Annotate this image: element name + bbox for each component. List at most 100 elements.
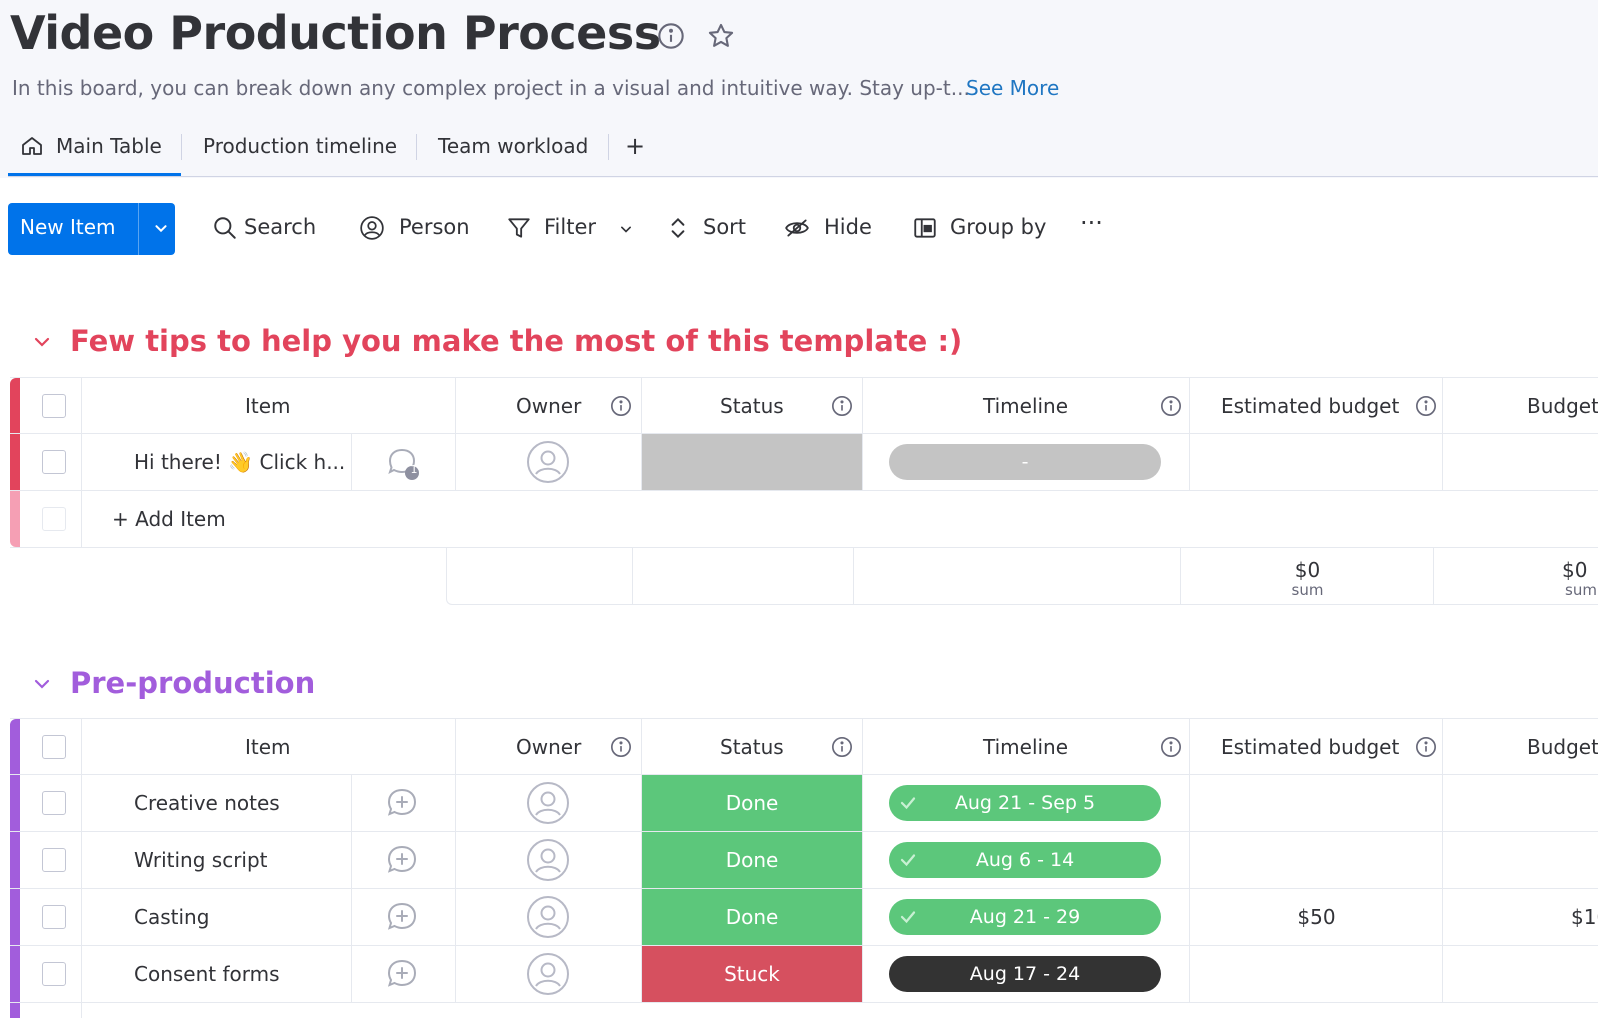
- more-options-button[interactable]: ···: [1080, 209, 1120, 241]
- select-all-checkbox[interactable]: [42, 735, 66, 759]
- estimated-budget-cell[interactable]: [1190, 775, 1443, 831]
- info-icon[interactable]: [610, 395, 632, 417]
- owner-cell[interactable]: [456, 434, 642, 490]
- updates-cell[interactable]: [352, 889, 456, 945]
- status-cell[interactable]: [642, 434, 863, 490]
- item-name-cell[interactable]: Hi there! 👋 Click h...: [82, 434, 352, 490]
- tab-production-timeline[interactable]: Production timeline: [203, 126, 397, 176]
- status-label[interactable]: Done: [642, 775, 862, 831]
- owner-cell[interactable]: [456, 832, 642, 888]
- estimated-budget-cell[interactable]: [1190, 434, 1443, 490]
- timeline-cell[interactable]: Aug 21 - 29: [863, 889, 1190, 945]
- add-update-icon[interactable]: [386, 958, 418, 990]
- info-icon[interactable]: [1415, 736, 1437, 758]
- item-name-cell[interactable]: Creative notes: [82, 775, 352, 831]
- info-icon[interactable]: [1160, 395, 1182, 417]
- chevron-down-icon[interactable]: [30, 330, 54, 354]
- estimated-budget-cell[interactable]: [1190, 946, 1443, 1002]
- add-update-icon[interactable]: [386, 901, 418, 933]
- budget-spent-cell[interactable]: $100: [1443, 889, 1598, 945]
- select-all-checkbox[interactable]: [42, 394, 66, 418]
- item-name[interactable]: Creative notes: [134, 791, 280, 815]
- star-icon[interactable]: [707, 22, 735, 50]
- info-icon[interactable]: [831, 736, 853, 758]
- budget-spent-cell[interactable]: [1443, 775, 1598, 831]
- person-placeholder-icon[interactable]: [526, 895, 570, 939]
- column-header-estimated-budget[interactable]: Estimated budget: [1190, 378, 1443, 434]
- row-checkbox[interactable]: [42, 791, 66, 815]
- tab-team-workload[interactable]: Team workload: [438, 126, 588, 176]
- updates-cell[interactable]: [352, 775, 456, 831]
- item-name[interactable]: Writing script: [134, 848, 268, 872]
- timeline-pill[interactable]: -: [889, 444, 1161, 480]
- owner-cell[interactable]: [456, 946, 642, 1002]
- item-name[interactable]: Consent forms: [134, 962, 280, 986]
- status-cell[interactable]: Done: [642, 832, 863, 888]
- timeline-pill[interactable]: Aug 6 - 14: [889, 842, 1161, 878]
- item-name-cell[interactable]: Writing script: [82, 832, 352, 888]
- search-button[interactable]: Search: [212, 213, 322, 245]
- hide-button[interactable]: Hide: [784, 213, 874, 245]
- row-checkbox[interactable]: [42, 450, 66, 474]
- estimated-budget-cell[interactable]: $50: [1190, 889, 1443, 945]
- status-cell[interactable]: Done: [642, 775, 863, 831]
- status-label[interactable]: Stuck: [642, 946, 862, 1002]
- column-header-owner[interactable]: Owner: [456, 719, 642, 775]
- item-name[interactable]: Hi there! 👋 Click h...: [134, 450, 345, 474]
- summary-budget-spent[interactable]: $0 sum: [1434, 548, 1598, 604]
- updates-cell[interactable]: [352, 832, 456, 888]
- timeline-pill[interactable]: Aug 21 - Sep 5: [889, 785, 1161, 821]
- table-row[interactable]: Writing script Done Aug 6 - 14: [10, 832, 1598, 889]
- column-header-owner[interactable]: Owner: [456, 378, 642, 434]
- status-cell[interactable]: Stuck: [642, 946, 863, 1002]
- sort-button[interactable]: Sort: [665, 213, 755, 245]
- column-header-status[interactable]: Status: [642, 719, 863, 775]
- timeline-pill[interactable]: Aug 17 - 24: [889, 956, 1161, 992]
- status-label[interactable]: [642, 434, 862, 490]
- person-placeholder-icon[interactable]: [526, 781, 570, 825]
- row-checkbox[interactable]: [42, 905, 66, 929]
- add-item-input[interactable]: + Add Item: [112, 507, 226, 531]
- timeline-pill[interactable]: Aug 21 - 29: [889, 899, 1161, 935]
- owner-cell[interactable]: [456, 775, 642, 831]
- info-icon[interactable]: [831, 395, 853, 417]
- person-placeholder-icon[interactable]: [526, 440, 570, 484]
- group-by-button[interactable]: Group by: [912, 213, 1052, 245]
- see-more-link[interactable]: See More: [966, 76, 1059, 100]
- estimated-budget-cell[interactable]: [1190, 832, 1443, 888]
- column-header-item[interactable]: Item: [82, 719, 456, 775]
- chevron-down-icon[interactable]: [30, 672, 54, 696]
- new-item-button[interactable]: New Item: [8, 203, 175, 255]
- timeline-cell[interactable]: Aug 21 - Sep 5: [863, 775, 1190, 831]
- timeline-cell[interactable]: -: [863, 434, 1190, 490]
- table-row[interactable]: Casting Done Aug 21 - 29 $50 $100: [10, 889, 1598, 946]
- table-row[interactable]: Hi there! 👋 Click h... 1 -: [10, 434, 1598, 491]
- summary-estimated-budget[interactable]: $0 sum: [1181, 548, 1434, 604]
- group-title[interactable]: Few tips to help you make the most of th…: [70, 324, 962, 358]
- info-icon[interactable]: [657, 22, 685, 50]
- status-cell[interactable]: Done: [642, 889, 863, 945]
- item-name-cell[interactable]: Consent forms: [82, 946, 352, 1002]
- group-title[interactable]: Pre-production: [70, 666, 315, 700]
- tab-main-table[interactable]: Main Table: [8, 126, 181, 176]
- timeline-cell[interactable]: Aug 6 - 14: [863, 832, 1190, 888]
- filter-button[interactable]: Filter: [506, 213, 636, 245]
- person-placeholder-icon[interactable]: [526, 952, 570, 996]
- person-placeholder-icon[interactable]: [526, 838, 570, 882]
- timeline-cell[interactable]: Aug 17 - 24: [863, 946, 1190, 1002]
- table-row[interactable]: Consent forms Stuck Aug 17 - 24: [10, 946, 1598, 1003]
- column-header-item[interactable]: Item: [82, 378, 456, 434]
- chevron-down-icon[interactable]: [616, 219, 636, 239]
- add-item-row[interactable]: + Add Item: [10, 491, 1598, 548]
- item-name-cell[interactable]: Casting: [82, 889, 352, 945]
- chevron-down-icon[interactable]: [150, 217, 172, 239]
- column-header-status[interactable]: Status: [642, 378, 863, 434]
- status-label[interactable]: Done: [642, 832, 862, 888]
- budget-spent-cell[interactable]: [1443, 434, 1598, 490]
- column-header-budget-spent[interactable]: Budget s: [1443, 378, 1598, 434]
- updates-cell[interactable]: 1: [352, 434, 456, 490]
- board-title[interactable]: Video Production Process: [10, 6, 661, 60]
- info-icon[interactable]: [1160, 736, 1182, 758]
- budget-spent-cell[interactable]: [1443, 946, 1598, 1002]
- add-update-icon[interactable]: [386, 787, 418, 819]
